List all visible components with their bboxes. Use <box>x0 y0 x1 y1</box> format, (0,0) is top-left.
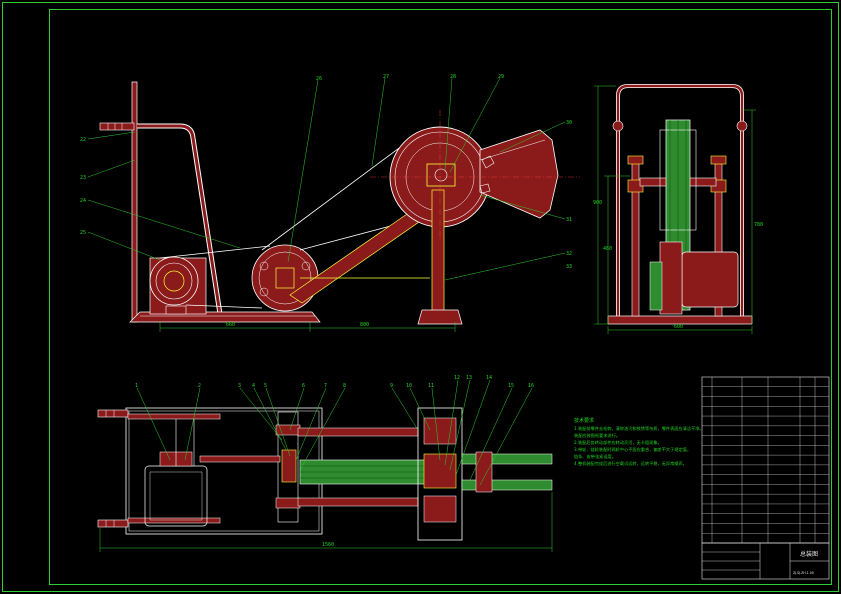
plan-callout-1: 1 <box>135 383 138 389</box>
callout-29: 29 <box>498 74 504 80</box>
callout-31: 31 <box>566 217 572 223</box>
dim-side-inner: 460 <box>603 246 612 252</box>
plan-callout-12: 12 <box>454 375 460 381</box>
plan-view: 1 2 3 4 5 6 7 8 9 10 11 12 13 14 15 16 1… <box>97 375 553 552</box>
plan-grip-top <box>97 409 129 418</box>
notes-line-2: 装配应按图纸要求进行。 <box>574 432 620 439</box>
plan-callout-6: 6 <box>302 383 305 389</box>
plan-callout-13: 13 <box>466 375 472 381</box>
dim-side-outer: 900 <box>593 200 602 206</box>
plan-callout-16: 16 <box>528 383 534 389</box>
plan-motor <box>144 465 208 527</box>
plan-callout-9: 9 <box>390 383 393 389</box>
parts-list-frame <box>701 376 830 544</box>
dim-front-left: 660 <box>226 322 235 328</box>
grip-left <box>99 122 135 131</box>
dim-side-width: 600 <box>674 324 683 330</box>
callout-24: 24 <box>80 198 86 204</box>
title-block: 总装图 ZJ.SJ.ZH.1.00 <box>701 376 830 580</box>
callout-27: 27 <box>383 74 389 80</box>
diagonal-brace <box>289 204 433 304</box>
callout-30: 30 <box>566 120 572 126</box>
plan-callout-8: 8 <box>343 383 346 389</box>
front-view: 22 23 24 25 26 27 28 29 30 31 32 33 660 … <box>80 74 580 332</box>
callout-33: 33 <box>566 264 572 270</box>
side-grip-right <box>736 120 748 132</box>
side-base <box>607 315 753 325</box>
plan-output-shaft-bottom <box>461 479 553 491</box>
plan-output-shaft-top <box>461 453 553 465</box>
callout-26: 26 <box>316 76 322 82</box>
plan-callout-11: 11 <box>428 383 434 389</box>
belt-motor-to-middle <box>159 245 271 259</box>
plan-middle-gear <box>281 449 297 483</box>
callout-25: 25 <box>80 230 86 236</box>
notes-line-3: 2.装配后各转动部件应转动灵活，无卡阻现象。 <box>574 439 662 446</box>
handle-post <box>131 81 138 323</box>
plan-callout-15: 15 <box>508 383 514 389</box>
assembly-drawing: 22 23 24 25 26 27 28 29 30 31 32 33 660 … <box>2 2 839 592</box>
plan-callout-7: 7 <box>324 383 327 389</box>
plan-callout-10: 10 <box>406 383 412 389</box>
side-grip-left <box>612 120 624 132</box>
dim-plan-overall: 1560 <box>322 542 334 548</box>
notes-line-6: 4.整机装配完成后进行空载试运转，运转平稳，无异常噪声。 <box>574 460 687 467</box>
side-motor <box>681 251 739 308</box>
dim-front-right: 800 <box>360 322 369 328</box>
callout-28: 28 <box>450 74 456 80</box>
pillar-foot <box>417 309 463 325</box>
callout-22a: 22 <box>80 137 86 143</box>
notes-line-5: 链条、皮带张紧适度。 <box>574 453 616 460</box>
plan-belt-lower <box>297 497 419 507</box>
support-pillar <box>431 189 445 316</box>
plan-grip-bottom <box>97 519 129 528</box>
plan-callout-5: 5 <box>264 383 267 389</box>
notes-line-4: 3.带轮、链轮装配时两轮中心平面应重合，偏差不大于规定值， <box>574 446 691 453</box>
cad-canvas: 22 23 24 25 26 27 28 29 30 31 32 33 660 … <box>0 0 841 594</box>
notes-line-1: 1.装配前零件去毛刺，清除油污和铁锈等杂质，零件表面应清洁干净。 <box>574 425 704 432</box>
bearing-block <box>426 163 456 187</box>
side-view: 900 460 780 600 <box>593 84 763 334</box>
plan-callout-3: 3 <box>238 383 241 389</box>
callout-32: 32 <box>566 251 572 257</box>
drawing-number: ZJ.SJ.ZH.1.00 <box>793 571 814 575</box>
plan-callout-14: 14 <box>486 375 492 381</box>
callout-23: 23 <box>80 175 86 181</box>
dim-side-right: 780 <box>754 222 763 228</box>
plan-callout-4: 4 <box>252 383 255 389</box>
parts-list-grid <box>702 377 829 543</box>
sheet-title: 总装图 <box>800 550 818 558</box>
notes-title: 技术要求 <box>574 417 594 424</box>
technical-notes: 技术要求 1.装配前零件去毛刺，清除油污和铁锈等杂质，零件表面应清洁干净。 装配… <box>574 417 704 467</box>
plan-belt-upper <box>297 427 419 437</box>
plan-callout-2: 2 <box>198 383 201 389</box>
